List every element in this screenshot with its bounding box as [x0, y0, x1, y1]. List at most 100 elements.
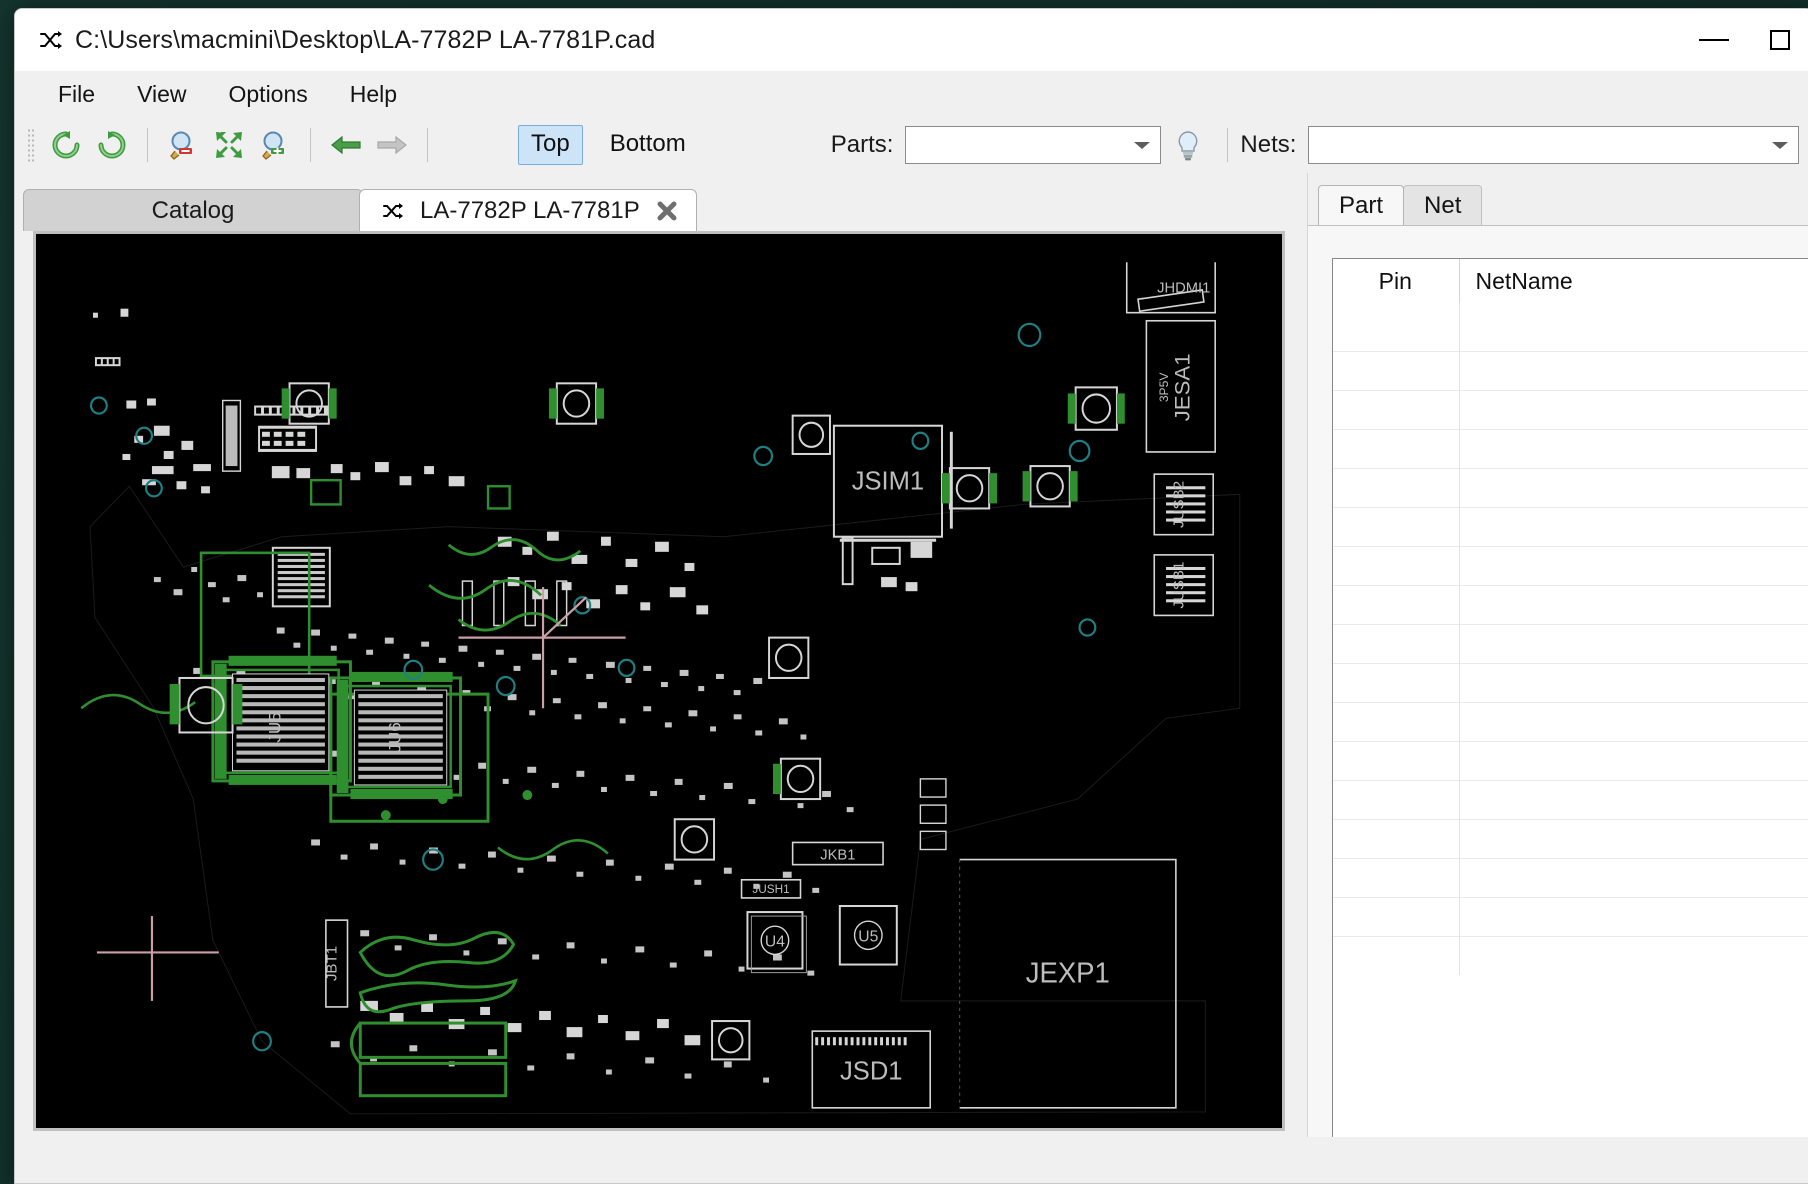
cell-netname [1459, 506, 1808, 546]
maximize-button[interactable] [1747, 9, 1808, 71]
cell-pin [1333, 779, 1460, 819]
svg-text:JU5: JU5 [266, 712, 285, 742]
tab-net[interactable]: Net [1403, 185, 1483, 225]
table-row[interactable] [1333, 896, 1808, 936]
svg-text:JBT1: JBT1 [324, 946, 341, 981]
cell-pin [1333, 506, 1460, 546]
toolbar-separator [147, 128, 148, 162]
svg-text:JSIM1: JSIM1 [852, 467, 924, 495]
table-body [1333, 303, 1808, 975]
svg-text:JSD1: JSD1 [840, 1057, 902, 1085]
rotate-left-icon[interactable] [47, 126, 85, 164]
menu-file[interactable]: File [41, 78, 112, 111]
svg-text:JUSH1: JUSH1 [752, 882, 790, 896]
table-row[interactable] [1333, 467, 1808, 507]
column-header-pin[interactable]: Pin [1333, 259, 1460, 303]
svg-text:U4: U4 [765, 933, 785, 950]
shuffle-icon [37, 27, 63, 53]
view-top-button[interactable]: Top [518, 125, 583, 165]
maximize-icon [1770, 30, 1790, 50]
cell-pin [1333, 935, 1460, 975]
view-bottom-button[interactable]: Bottom [597, 125, 699, 165]
pcb-svg: JHDMI1 JESA1 3P5V JUSB2 JUSB1 JSIM1 JKB1… [36, 234, 1282, 1128]
chevron-down-icon [1772, 141, 1788, 149]
table-row[interactable] [1333, 506, 1808, 546]
menu-help[interactable]: Help [333, 78, 414, 111]
svg-text:JU6: JU6 [386, 722, 405, 752]
table-row[interactable] [1333, 935, 1808, 975]
nets-combobox[interactable] [1308, 126, 1799, 164]
tab-net-label: Net [1424, 191, 1462, 219]
pcb-drawing: JHDMI1 JESA1 3P5V JUSB2 JUSB1 JSIM1 JKB1… [36, 234, 1282, 1128]
forward-arrow-icon [373, 126, 411, 164]
tab-board-label: LA-7782P LA-7781P [420, 196, 640, 224]
tab-part[interactable]: Part [1318, 185, 1405, 225]
tab-catalog-label: Catalog [151, 196, 235, 224]
main-body: Catalog LA-7782P LA-7781P JHDMI1 JESA1 3… [15, 173, 1808, 1183]
cell-netname [1459, 623, 1808, 663]
table-header-row: Pin NetName [1333, 259, 1808, 303]
cell-netname [1459, 584, 1808, 624]
pcb-canvas[interactable]: JHDMI1 JESA1 3P5V JUSB2 JUSB1 JSIM1 JKB1… [33, 231, 1285, 1131]
parts-combobox[interactable] [905, 126, 1162, 164]
side-toggle-group: Top Bottom [518, 125, 699, 165]
table-row[interactable] [1333, 779, 1808, 819]
cell-netname [1459, 701, 1808, 741]
close-x-icon[interactable] [654, 198, 680, 224]
cell-netname [1459, 857, 1808, 897]
toolbar-separator [1227, 128, 1229, 162]
cell-pin [1333, 389, 1460, 429]
table-row[interactable] [1333, 701, 1808, 741]
table-row[interactable] [1333, 545, 1808, 585]
cell-pin [1333, 701, 1460, 741]
zoom-in-icon[interactable] [256, 126, 294, 164]
cell-pin [1333, 428, 1460, 468]
column-header-netname[interactable]: NetName [1459, 259, 1808, 303]
toolbar: Top Bottom Parts: Nets: [15, 117, 1808, 173]
parts-label: Parts: [830, 131, 894, 158]
desktop-background: C:\Users\macmini\Desktop\LA-7782P LA-778… [0, 0, 1808, 1184]
menu-options[interactable]: Options [212, 78, 325, 111]
fit-to-window-icon[interactable] [210, 126, 248, 164]
toolbar-grip[interactable] [27, 128, 35, 162]
cell-netname [1459, 818, 1808, 858]
table-row[interactable] [1333, 428, 1808, 468]
menu-view[interactable]: View [120, 78, 203, 111]
table-row[interactable] [1333, 350, 1808, 390]
cell-pin [1333, 467, 1460, 507]
caption-buttons [1681, 9, 1808, 71]
table-row[interactable] [1333, 623, 1808, 663]
svg-text:JUSB2: JUSB2 [1171, 481, 1188, 528]
cell-pin [1333, 857, 1460, 897]
menu-bar: File View Options Help [15, 71, 1808, 117]
cell-pin [1333, 818, 1460, 858]
table-row[interactable] [1333, 584, 1808, 624]
tab-catalog[interactable]: Catalog [23, 189, 363, 231]
back-arrow-icon[interactable] [327, 126, 365, 164]
lightbulb-icon[interactable] [1171, 128, 1205, 162]
table-row[interactable] [1333, 857, 1808, 897]
chevron-down-icon [1134, 141, 1151, 149]
table-row[interactable] [1333, 740, 1808, 780]
table-row[interactable] [1333, 662, 1808, 702]
nets-label: Nets: [1240, 131, 1297, 158]
table-row[interactable] [1333, 818, 1808, 858]
cell-netname [1459, 467, 1808, 507]
status-bar [15, 1137, 1808, 1183]
properties-pane: Part Net Pin NetName [1307, 173, 1808, 1183]
cell-netname [1459, 545, 1808, 585]
rotate-right-icon[interactable] [93, 126, 131, 164]
tab-board-document[interactable]: LA-7782P LA-7781P [359, 189, 697, 231]
cell-netname [1459, 740, 1808, 780]
cell-pin [1333, 896, 1460, 936]
cell-pin [1333, 303, 1460, 351]
part-panel: Pin NetName [1308, 225, 1808, 1183]
table-row[interactable] [1333, 303, 1808, 351]
pin-netname-table[interactable]: Pin NetName [1332, 258, 1808, 1145]
viewer-pane: Catalog LA-7782P LA-7781P JHDMI1 JESA1 3… [15, 173, 1307, 1183]
table-row[interactable] [1333, 389, 1808, 429]
svg-text:3P5V: 3P5V [1157, 373, 1171, 403]
minimize-button[interactable] [1681, 9, 1747, 71]
tab-part-label: Part [1339, 191, 1384, 219]
zoom-out-icon[interactable] [164, 126, 202, 164]
